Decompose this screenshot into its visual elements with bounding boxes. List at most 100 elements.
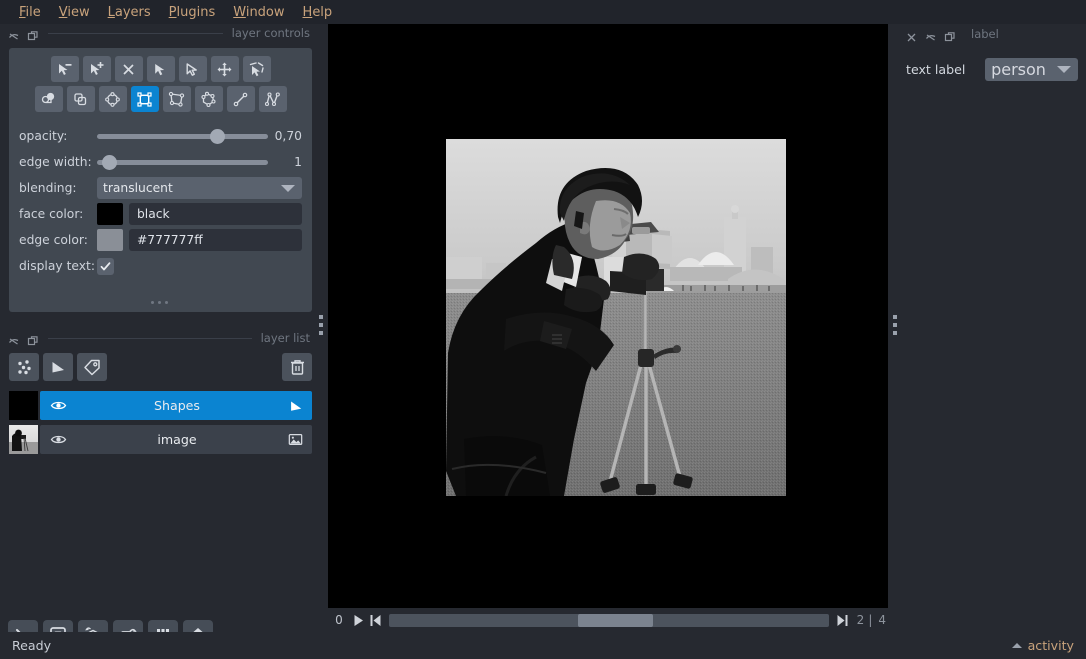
menu-help[interactable]: Help (294, 3, 342, 22)
float-dock-icon-2[interactable] (8, 332, 20, 345)
delete-layer-button[interactable] (282, 353, 312, 381)
float-dock-icon[interactable] (8, 27, 20, 40)
first-frame-button[interactable] (367, 612, 384, 629)
play-button[interactable] (350, 612, 367, 629)
layer-row-body-image[interactable]: image (40, 425, 312, 454)
tool-row-2 (9, 86, 312, 112)
napari-window: File View Layers Plugins Window Help lay… (0, 0, 1086, 659)
opacity-row: opacity: 0,70 (19, 124, 302, 148)
viewer-canvas[interactable] (328, 24, 888, 629)
opacity-label: opacity: (19, 129, 68, 143)
undock-icon-3[interactable] (944, 28, 956, 42)
add-rectangle-tool[interactable] (130, 86, 159, 112)
eye-icon (50, 401, 66, 410)
move-to-front-tool[interactable] (34, 86, 63, 112)
menu-window[interactable]: Window (224, 3, 293, 22)
layer-visibility-toggle-shapes[interactable] (40, 397, 76, 414)
menu-view[interactable]: View (50, 3, 99, 22)
dims-slider[interactable] (389, 613, 829, 627)
left-dock: layer controls opacity: 0,70 edge width:… (0, 24, 318, 649)
pan-zoom-tool[interactable] (210, 56, 239, 82)
text-label-select[interactable]: person (985, 58, 1078, 81)
edge-width-label: edge width: (19, 155, 92, 169)
activity-button[interactable]: activity (1011, 638, 1074, 653)
canvas-image (446, 139, 786, 496)
new-labels-layer-button[interactable] (77, 353, 107, 381)
layer-type-icon-image (278, 432, 312, 447)
layer-type-icon-shapes (278, 398, 312, 413)
add-polygon-tool[interactable] (162, 86, 191, 112)
table-row[interactable]: Shapes (9, 390, 312, 421)
titlebar-rule (48, 32, 223, 34)
direct-select-tool[interactable] (178, 56, 207, 82)
new-shapes-layer-button[interactable] (43, 353, 73, 381)
statusbar: Ready activity (0, 632, 1086, 659)
face-color-swatch[interactable] (97, 203, 123, 225)
select-vertex-remove-tool[interactable] (50, 56, 79, 82)
edge-width-handle[interactable] (102, 154, 118, 170)
right-dock: label text label person (898, 24, 1086, 629)
add-ellipse-tool[interactable] (98, 86, 127, 112)
text-label-value: person (991, 60, 1046, 79)
layer-controls-panel: opacity: 0,70 edge width: 1 blending: tr… (9, 48, 312, 312)
face-color-input[interactable]: black (129, 203, 302, 225)
layer-row-body-shapes[interactable]: Shapes (40, 391, 312, 420)
blending-row: blending: translucent (19, 176, 302, 200)
label-dock-title: label (971, 27, 999, 41)
edge-width-slider[interactable] (97, 152, 268, 172)
shape-tool-grid (9, 48, 312, 120)
blending-select[interactable]: translucent (97, 177, 302, 199)
dims-separator: | (868, 613, 873, 627)
panel-grip-handle[interactable] (0, 296, 318, 308)
last-frame-button[interactable] (834, 612, 851, 629)
move-to-back-tool[interactable] (66, 86, 95, 112)
opacity-value: 0,70 (274, 129, 302, 143)
opacity-track (97, 133, 268, 139)
menu-plugins[interactable]: Plugins (160, 3, 225, 22)
left-splitter-handle[interactable] (316, 300, 326, 350)
layer-list-buttons (9, 353, 312, 383)
edge-color-swatch[interactable] (97, 229, 123, 251)
tool-row-1 (9, 56, 312, 82)
display-text-checkbox[interactable] (97, 257, 114, 275)
delete-shape-tool[interactable] (114, 56, 143, 82)
select-shapes-tool[interactable] (146, 56, 175, 82)
status-message: Ready (12, 638, 52, 653)
transform-tool[interactable] (242, 56, 271, 82)
edge-width-row: edge width: 1 (19, 150, 302, 174)
text-label-label: text label (906, 62, 966, 77)
opacity-slider[interactable] (97, 126, 268, 146)
add-line-tool[interactable] (226, 86, 255, 112)
edge-width-value: 1 (294, 155, 302, 169)
layer-list-titlebar: layer list (0, 329, 318, 347)
undock-icon-2[interactable] (27, 332, 39, 346)
layer-property-rows: opacity: 0,70 edge width: 1 blending: tr… (9, 120, 312, 278)
layer-visibility-toggle-image[interactable] (40, 431, 76, 448)
blending-value: translucent (103, 181, 173, 195)
layer-list: Shapes image (9, 390, 312, 458)
menu-layers[interactable]: Layers (99, 3, 160, 22)
edge-color-input[interactable]: #777777ff (129, 229, 302, 251)
activity-label: activity (1027, 638, 1074, 653)
close-icon[interactable] (906, 28, 918, 42)
opacity-handle[interactable] (209, 128, 225, 144)
new-points-layer-button[interactable] (9, 353, 39, 381)
chevron-up-icon (1011, 643, 1022, 648)
add-path-tool[interactable] (258, 86, 287, 112)
undock-icon[interactable] (27, 27, 39, 41)
label-dock-titlebar: label (898, 24, 1086, 44)
display-text-row: display text: (19, 254, 302, 278)
layer-list-title: layer list (260, 331, 310, 345)
edge-width-track (97, 159, 268, 165)
dims-slider-handle[interactable] (578, 613, 653, 627)
select-vertex-add-tool[interactable] (82, 56, 111, 82)
check-icon (100, 261, 111, 270)
eye-icon (50, 435, 66, 444)
float-dock-icon-3[interactable] (925, 28, 937, 41)
table-row[interactable]: image (9, 424, 312, 455)
dims-playbar: 0 2 | 4 (328, 608, 888, 632)
menu-file[interactable]: File (10, 3, 50, 22)
add-polygon-lasso-tool[interactable] (194, 86, 223, 112)
dim-axis-label: 0 (335, 613, 343, 627)
layer-controls-title: layer controls (231, 26, 310, 40)
